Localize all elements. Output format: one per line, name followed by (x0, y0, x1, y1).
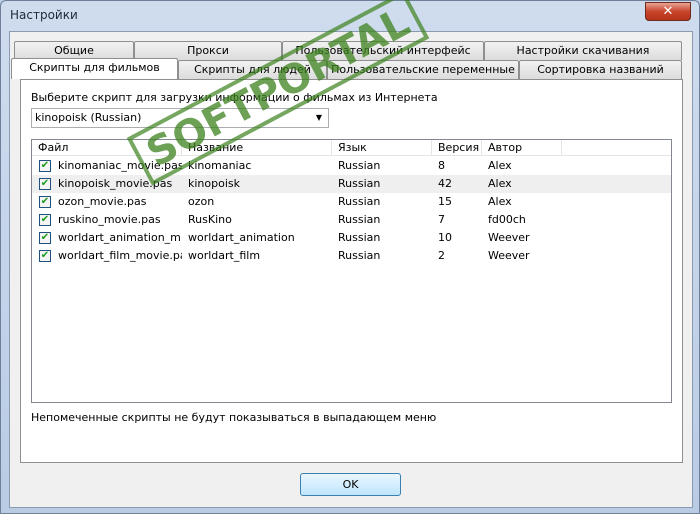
script-select-value: kinopoisk (Russian) (35, 111, 142, 124)
script-label: Выберите скрипт для загрузки информации … (31, 91, 438, 104)
tab-3[interactable]: Пользовательский интерфейс (282, 41, 484, 60)
cell-lang: Russian (338, 195, 381, 208)
cell-lang: Russian (338, 249, 381, 262)
settings-window: Настройки ✕ Общие Прокси Пользовательский … (0, 0, 700, 514)
checkbox[interactable]: ✔ (39, 178, 51, 190)
script-select[interactable]: kinopoisk (Russian) ▼ (31, 108, 329, 128)
cell-version: 15 (438, 195, 452, 208)
cell-name: worldart_film (188, 249, 261, 262)
dialog-client: Общие Прокси Пользовательский интерфейс Нас… (9, 31, 693, 508)
tab-3[interactable]: Пользовательские переменные (327, 60, 519, 79)
cell-name: RusKino (188, 213, 232, 226)
window-title: Настройки (10, 8, 78, 22)
tab-1[interactable]: Скрипты для фильмов (11, 58, 178, 79)
cell-lang: Russian (338, 177, 381, 190)
chevron-down-icon: ▼ (315, 113, 322, 122)
ok-button[interactable]: OK (300, 473, 401, 496)
cell-version: 42 (438, 177, 452, 190)
cell-file: worldart_animation_m... (58, 231, 182, 244)
column-header[interactable]: Версия (432, 140, 482, 155)
close-button[interactable]: ✕ (645, 2, 691, 21)
column-header[interactable]: Название (182, 140, 332, 155)
cell-file: ruskino_movie.pas (58, 213, 161, 226)
cell-lang: Russian (338, 231, 381, 244)
note-text: Непомеченные скрипты не будут показывать… (31, 411, 437, 424)
tab-2[interactable]: Скрипты для людей (178, 60, 327, 79)
cell-version: 7 (438, 213, 445, 226)
cell-version: 8 (438, 159, 445, 172)
checkbox[interactable]: ✔ (39, 196, 51, 208)
tab-4[interactable]: Настройки скачивания (484, 41, 682, 60)
cell-lang: Russian (338, 159, 381, 172)
cell-author: Alex (488, 195, 512, 208)
list-item[interactable]: ✔ kinomaniac_movie.pas kinomaniac Russian 8 A… (32, 157, 671, 175)
cell-lang: Russian (338, 213, 381, 226)
cell-version: 2 (438, 249, 445, 262)
column-header[interactable]: Автор (482, 140, 562, 155)
checkbox[interactable]: ✔ (39, 160, 51, 172)
list-item[interactable]: ✔ ruskino_movie.pas RusKino Russian 7 fd00ch (32, 211, 671, 229)
cell-file: worldart_film_movie.pas (58, 249, 182, 262)
list-item[interactable]: ✔ worldart_film_movie.pas worldart_film Rus… (32, 247, 671, 265)
list-item[interactable]: ✔ ozon_movie.pas ozon Russian 15 Alex (32, 193, 671, 211)
list-header: Файл Название Язык Версия Автор (32, 140, 671, 156)
list-item[interactable]: ✔ kinopoisk_movie.pas kinopoisk Russian 42 Al… (32, 175, 671, 193)
cell-name: kinopoisk (188, 177, 240, 190)
column-header[interactable]: Файл (32, 140, 182, 155)
cell-file: kinopoisk_movie.pas (58, 177, 173, 190)
cell-version: 10 (438, 231, 452, 244)
cell-name: ozon (188, 195, 215, 208)
scripts-list[interactable]: Файл Название Язык Версия Автор ✔ kinomaniac_… (31, 139, 672, 403)
cell-name: worldart_animation (188, 231, 295, 244)
column-header[interactable]: Язык (332, 140, 432, 155)
cell-author: Alex (488, 159, 512, 172)
cell-author: fd00ch (488, 213, 526, 226)
cell-author: Weever (488, 231, 530, 244)
cell-name: kinomaniac (188, 159, 252, 172)
checkbox[interactable]: ✔ (39, 214, 51, 226)
checkbox[interactable]: ✔ (39, 232, 51, 244)
cell-author: Weever (488, 249, 530, 262)
cell-file: kinomaniac_movie.pas (58, 159, 182, 172)
checkbox[interactable]: ✔ (39, 250, 51, 262)
tab-4[interactable]: Сортировка названий (519, 60, 682, 79)
list-item[interactable]: ✔ worldart_animation_m... worldart_animati… (32, 229, 671, 247)
cell-file: ozon_movie.pas (58, 195, 147, 208)
cell-author: Alex (488, 177, 512, 190)
tab-panel: Выберите скрипт для загрузки информации … (20, 79, 683, 463)
